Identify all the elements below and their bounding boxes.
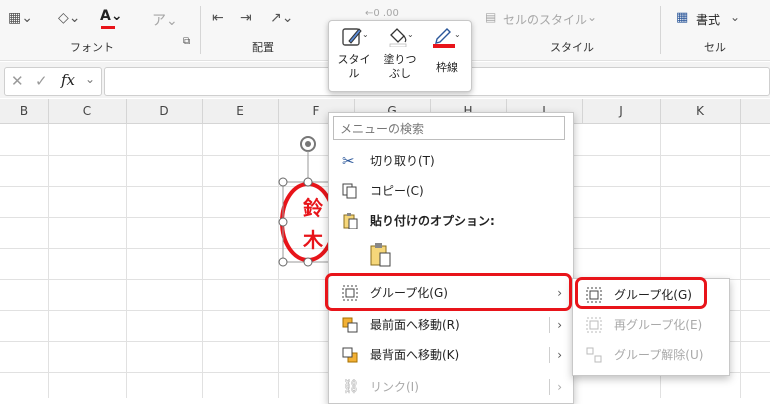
cell-styles-chevron-icon: ⌄ xyxy=(587,10,598,24)
submenu-item-ungroup: グループ解除(U) xyxy=(572,340,728,370)
menu-divider xyxy=(549,347,550,363)
mini-toolbar: ⌄ スタイ ル ⌄ 塗りつ ぶし ⌄ 枠線 xyxy=(328,20,472,92)
format-icon: ▦ xyxy=(676,10,689,25)
menu-item-send-back[interactable]: 最背面へ移動(K) › xyxy=(328,340,572,370)
paint-bucket-icon: ⌄ xyxy=(389,28,414,48)
group-label-styles: スタイル xyxy=(550,41,594,54)
shape-outline-button[interactable]: ⌄ xyxy=(431,25,461,48)
cancel-icon[interactable]: ✕ xyxy=(11,72,24,90)
phonetic-icon: ア⌄ xyxy=(152,13,178,29)
shape-style-button[interactable]: ⌄ xyxy=(341,25,369,47)
column-header[interactable]: B xyxy=(0,99,49,123)
send-back-icon xyxy=(342,347,358,363)
svg-text:⌄: ⌄ xyxy=(362,30,367,39)
paste-icon xyxy=(343,213,358,229)
insert-function-icon[interactable]: fx xyxy=(61,71,75,89)
menu-search-input[interactable]: メニューの検索 xyxy=(333,116,565,140)
increase-indent-icon[interactable]: ⇥ xyxy=(240,10,252,26)
menu-item-copy[interactable]: コピー(C) xyxy=(328,176,572,206)
column-header[interactable]: K xyxy=(660,99,741,123)
column-header[interactable]: C xyxy=(48,99,127,123)
menu-item-label: 最前面へ移動(R) xyxy=(370,318,460,332)
enter-icon[interactable]: ✓ xyxy=(35,72,48,90)
submenu-item-label: 再グループ化(E) xyxy=(614,318,703,332)
paste-clipboard-icon xyxy=(370,243,391,267)
borders-icon[interactable]: ▦⌄ xyxy=(8,10,33,26)
svg-text:⌄: ⌄ xyxy=(454,30,461,39)
menu-item-bring-front[interactable]: 最前面へ移動(R) › xyxy=(328,310,572,340)
ribbon-separator xyxy=(660,6,661,54)
cell-styles-icon: ▤ xyxy=(485,10,497,24)
formula-controls: ✕ ✓ fx ⌄ xyxy=(4,67,102,96)
submenu-item-label: グループ解除(U) xyxy=(614,348,704,362)
bring-front-icon xyxy=(342,317,358,333)
paste-option-button[interactable] xyxy=(368,242,394,268)
shape-style-label: スタイ ル xyxy=(337,53,371,80)
group-label-alignment: 配置 xyxy=(252,41,274,54)
cell-styles-button[interactable]: セルのスタイル xyxy=(503,11,587,28)
shape-outline-label: 枠線 xyxy=(436,61,458,74)
shape-fill-button[interactable]: ⌄ xyxy=(387,25,414,48)
group-label-cells: セル xyxy=(704,41,726,54)
pencil-icon: ⌄ xyxy=(433,28,461,48)
svg-text:⌄: ⌄ xyxy=(407,30,413,39)
font-color-bar xyxy=(101,26,115,29)
fill-color-icon[interactable]: ◇⌄ xyxy=(58,10,81,26)
column-header[interactable]: D xyxy=(126,99,203,123)
menu-item-label: 最背面へ移動(K) xyxy=(370,348,460,362)
fx-chevron-icon[interactable]: ⌄ xyxy=(85,72,95,86)
seal-char: 鈴 xyxy=(303,196,323,220)
menu-divider xyxy=(549,379,550,395)
decrease-indent-icon[interactable]: ⇤ xyxy=(212,10,224,26)
ungroup-icon xyxy=(586,347,602,363)
regroup-icon xyxy=(586,317,602,333)
column-header[interactable]: E xyxy=(202,99,279,123)
scissors-icon: ✂ xyxy=(342,152,355,170)
menu-item-label: 貼り付けのオプション: xyxy=(370,214,495,228)
menu-item-label: コピー(C) xyxy=(370,184,424,198)
link-icon: ⛓ xyxy=(342,379,360,395)
seal-char: 木 xyxy=(303,228,323,252)
copy-icon xyxy=(342,183,357,199)
decimal-hint: ←0 .00 xyxy=(365,8,399,19)
format-button[interactable]: 書式 xyxy=(696,11,720,28)
seal-shape[interactable]: 鈴 木 xyxy=(278,136,336,267)
menu-item-paste-options: 貼り付けのオプション: xyxy=(328,206,572,236)
group-label-font: フォント xyxy=(70,41,114,54)
chevron-right-icon: › xyxy=(557,318,562,332)
shape-fill-label: 塗りつ ぶし xyxy=(383,53,417,80)
highlight-box-group-submenu xyxy=(575,277,707,309)
menu-item-label: 切り取り(T) xyxy=(370,154,435,168)
format-chevron-icon: ⌄ xyxy=(730,10,741,24)
shape-style-icon: ⌄ xyxy=(342,28,369,46)
orientation-icon[interactable]: ↗⌄ xyxy=(270,10,293,26)
column-header[interactable]: J xyxy=(582,99,661,123)
highlight-box-group-menu xyxy=(325,273,572,311)
submenu-item-regroup: 再グループ化(E) xyxy=(572,310,728,340)
menu-divider xyxy=(549,317,550,333)
chevron-right-icon: › xyxy=(557,348,562,362)
font-color-icon[interactable]: A⌄ xyxy=(100,8,123,24)
menu-item-cut[interactable]: ✂ 切り取り(T) xyxy=(328,146,572,176)
ribbon-separator xyxy=(200,6,201,54)
font-dialog-launcher-icon[interactable]: ⧉ xyxy=(183,36,190,47)
